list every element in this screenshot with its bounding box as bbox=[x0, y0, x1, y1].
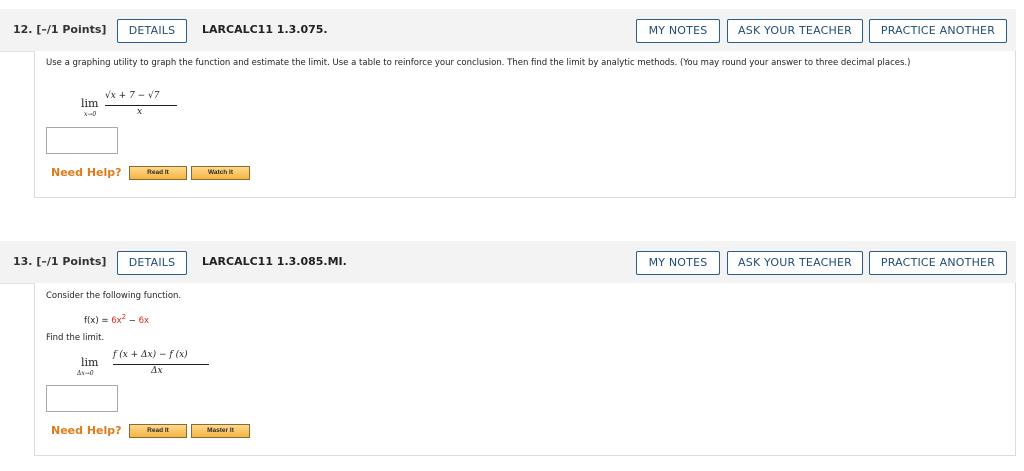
question-intro: Consider the following function. bbox=[46, 291, 182, 301]
question-header: 12. [–/1 Points] DETAILS LARCALC11 1.3.0… bbox=[0, 9, 1016, 52]
question-body: Use a graphing utility to graph the func… bbox=[34, 51, 1016, 198]
answer-input[interactable] bbox=[46, 385, 118, 412]
master-it-button[interactable]: Master It bbox=[191, 424, 250, 438]
lim-word: lim bbox=[81, 356, 99, 369]
question-prompt: Use a graphing utility to graph the func… bbox=[46, 58, 911, 68]
limit-numerator: √x + 7 − √7 bbox=[105, 91, 160, 101]
lim-subscript: Δx→0 bbox=[77, 370, 94, 377]
need-help-label: Need Help? bbox=[51, 166, 122, 179]
ask-your-teacher-button[interactable]: ASK YOUR TEACHER bbox=[727, 19, 863, 43]
read-it-button[interactable]: Read It bbox=[129, 424, 187, 438]
question-number-points: 12. [–/1 Points] bbox=[13, 23, 106, 36]
question-code: LARCALC11 1.3.075. bbox=[202, 23, 328, 36]
question-13: 13. [–/1 Points] DETAILS LARCALC11 1.3.0… bbox=[0, 241, 1016, 457]
limit-denominator: x bbox=[137, 107, 143, 117]
details-button[interactable]: DETAILS bbox=[117, 251, 187, 275]
function-lhs: f(x) = bbox=[84, 315, 112, 326]
fraction-bar bbox=[113, 364, 209, 365]
lim-word: lim bbox=[81, 97, 99, 110]
question-number: 13. bbox=[13, 255, 33, 268]
details-button[interactable]: DETAILS bbox=[117, 19, 187, 43]
my-notes-button[interactable]: MY NOTES bbox=[636, 19, 720, 43]
function-term-1: 6x bbox=[111, 315, 122, 326]
question-code: LARCALC11 1.3.085.MI. bbox=[202, 255, 347, 268]
practice-another-button[interactable]: PRACTICE ANOTHER bbox=[869, 251, 1007, 275]
question-points: [–/1 Points] bbox=[36, 255, 107, 268]
limit-expression: lim x→0 √x + 7 − √7 x bbox=[81, 91, 221, 125]
question-body: Consider the following function. f(x) = … bbox=[34, 283, 1016, 456]
watch-it-button[interactable]: Watch It bbox=[191, 166, 250, 180]
function-definition: f(x) = 6x2 − 6x bbox=[84, 311, 1024, 328]
question-header: 13. [–/1 Points] DETAILS LARCALC11 1.3.0… bbox=[0, 241, 1016, 284]
question-12: 12. [–/1 Points] DETAILS LARCALC11 1.3.0… bbox=[0, 9, 1016, 199]
fraction-bar bbox=[105, 105, 177, 106]
answer-input[interactable] bbox=[46, 127, 118, 154]
need-help-label: Need Help? bbox=[51, 424, 122, 437]
limit-denominator: Δx bbox=[151, 366, 163, 376]
question-number: 12. bbox=[13, 23, 33, 36]
question-points: [–/1 Points] bbox=[36, 23, 107, 36]
limit-expression: lim Δx→0 f (x + Δx) − f (x) Δx bbox=[77, 349, 231, 385]
lim-subscript: x→0 bbox=[84, 111, 97, 118]
limit-numerator: f (x + Δx) − f (x) bbox=[113, 350, 188, 360]
function-minus: − bbox=[126, 315, 139, 326]
read-it-button[interactable]: Read It bbox=[129, 166, 187, 180]
practice-another-button[interactable]: PRACTICE ANOTHER bbox=[869, 19, 1007, 43]
function-term-2: 6x bbox=[138, 315, 150, 326]
find-limit-text: Find the limit. bbox=[46, 333, 105, 343]
question-number-points: 13. [–/1 Points] bbox=[13, 255, 106, 268]
ask-your-teacher-button[interactable]: ASK YOUR TEACHER bbox=[727, 251, 863, 275]
my-notes-button[interactable]: MY NOTES bbox=[636, 251, 720, 275]
